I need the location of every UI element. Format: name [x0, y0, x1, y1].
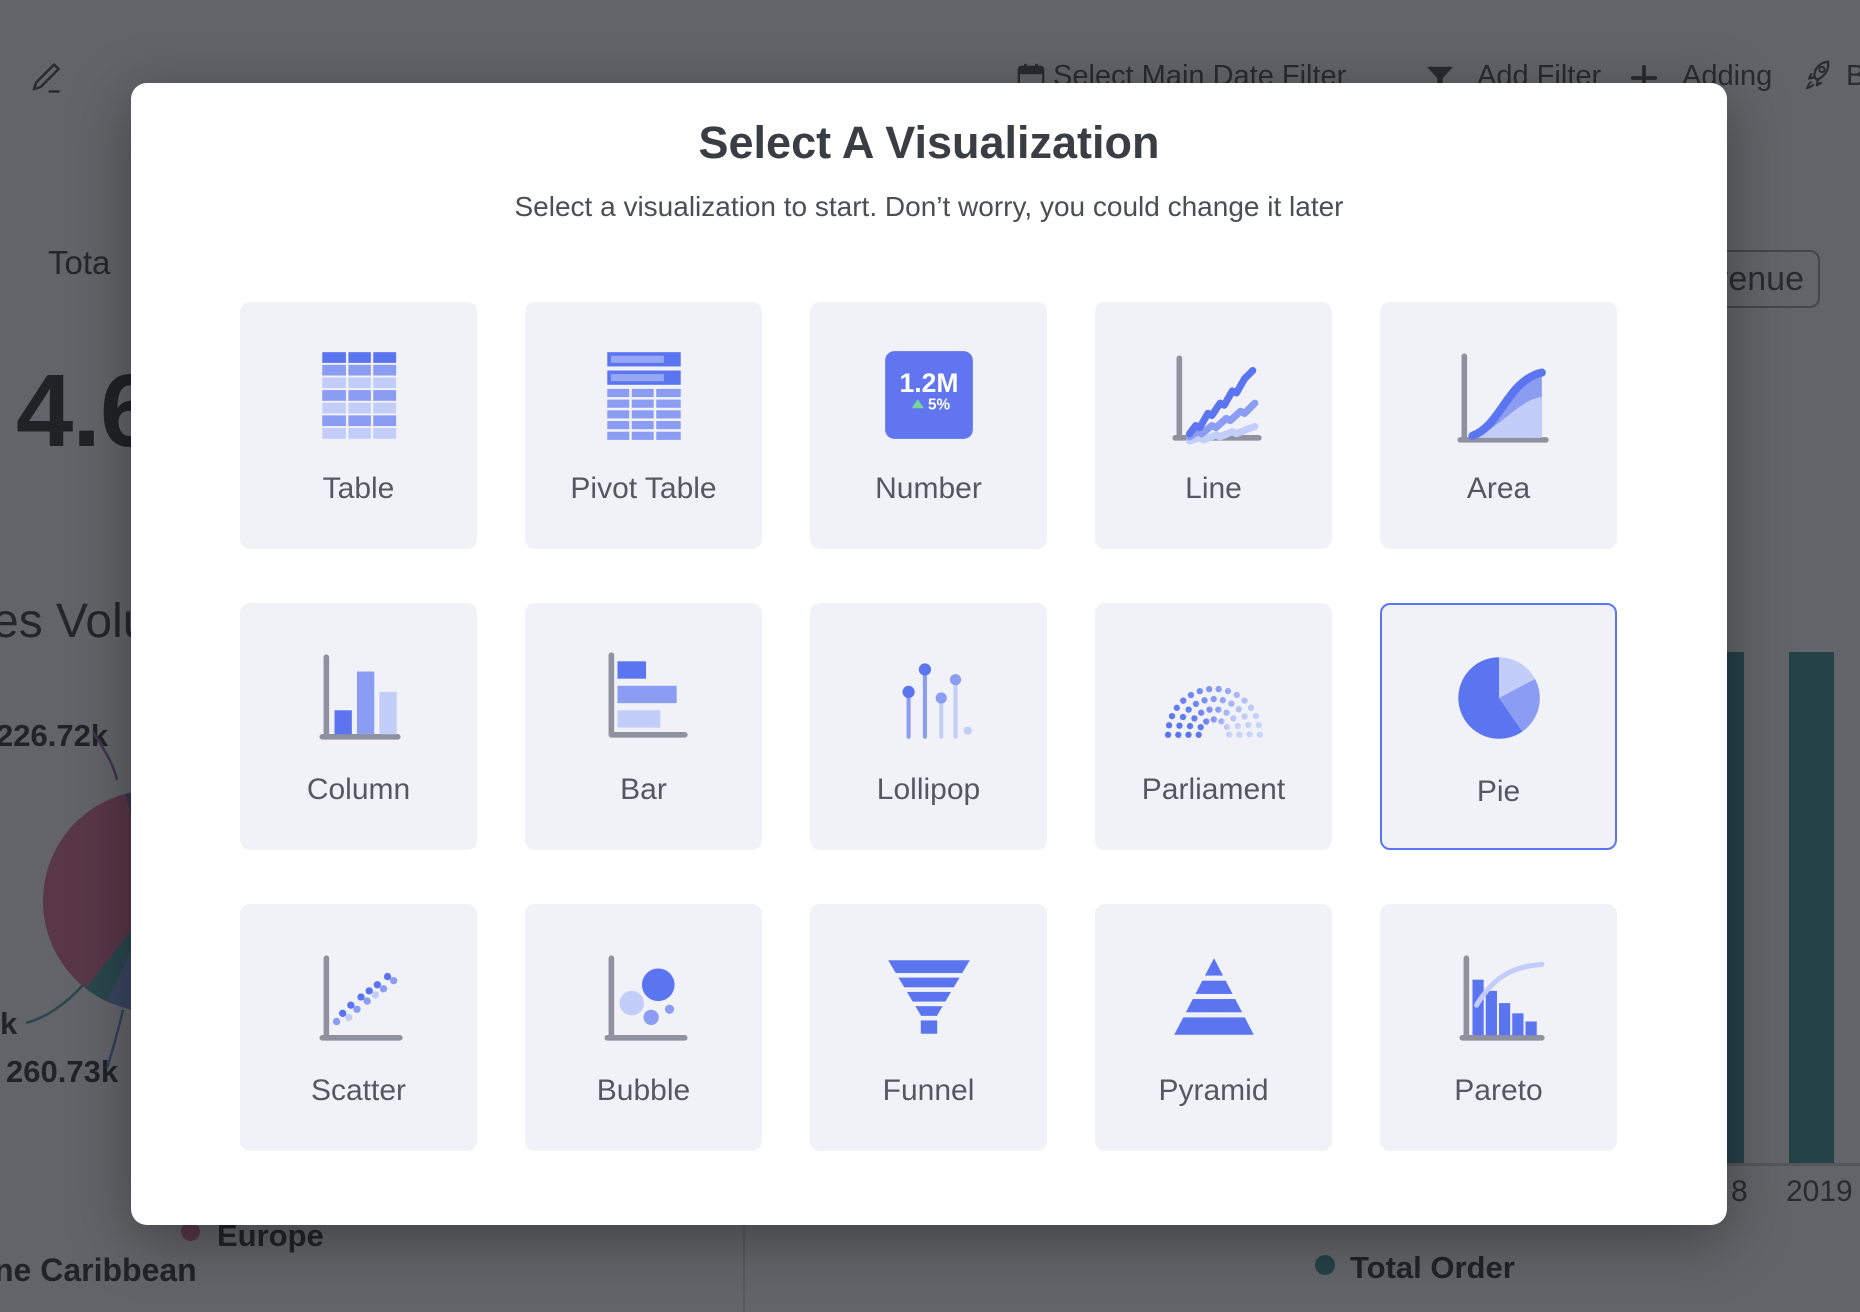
column-chart-icon [308, 645, 410, 747]
table-chart-icon [308, 344, 410, 446]
tile-label: Bar [525, 773, 762, 807]
lollipop-chart-icon [878, 645, 980, 747]
viz-tile-pyramid[interactable]: Pyramid [1095, 904, 1332, 1151]
tile-label: Parliament [1095, 773, 1332, 807]
viz-tile-pivot-table[interactable]: Pivot Table [525, 302, 762, 549]
pareto-chart-icon [1448, 946, 1550, 1048]
modal-subtitle: Select a visualization to start. Don’t w… [131, 169, 1727, 223]
tile-label: Table [240, 472, 477, 506]
tile-label: Line [1095, 472, 1332, 506]
viz-tile-lollipop[interactable]: Lollipop [810, 603, 1047, 850]
tile-label: Funnel [810, 1074, 1047, 1108]
tile-label: Pivot Table [525, 472, 762, 506]
tile-label: Lollipop [810, 773, 1047, 807]
viz-tile-bubble[interactable]: Bubble [525, 904, 762, 1151]
tile-label: Area [1380, 472, 1617, 506]
bubble-chart-icon [593, 946, 695, 1048]
viz-tile-funnel[interactable]: Funnel [810, 904, 1047, 1151]
modal-title: Select A Visualization [131, 83, 1727, 169]
scatter-chart-icon [308, 946, 410, 1048]
tile-label: Pie [1382, 775, 1615, 809]
line-chart-icon [1163, 344, 1265, 446]
visualization-grid: Table Pivot Table 1.2M [240, 302, 1617, 1151]
tile-label: Bubble [525, 1074, 762, 1108]
bar-chart-icon [593, 645, 695, 747]
tile-label: Pareto [1380, 1074, 1617, 1108]
select-visualization-modal: Select A Visualization Select a visualiz… [131, 83, 1727, 1225]
pie-chart-icon [1448, 647, 1550, 749]
parliament-chart-icon [1163, 645, 1265, 747]
pivot-table-icon [593, 344, 695, 446]
tile-label: Scatter [240, 1074, 477, 1108]
viz-tile-number[interactable]: 1.2M 5% Number [810, 302, 1047, 549]
viz-tile-scatter[interactable]: Scatter [240, 904, 477, 1151]
viz-tile-bar[interactable]: Bar [525, 603, 762, 850]
number-icon-delta: 5% [927, 396, 949, 413]
number-icon-value: 1.2M [899, 368, 958, 398]
viz-tile-pareto[interactable]: Pareto [1380, 904, 1617, 1151]
area-chart-icon [1448, 344, 1550, 446]
viz-tile-area[interactable]: Area [1380, 302, 1617, 549]
viz-tile-pie[interactable]: Pie [1380, 603, 1617, 850]
viz-tile-line[interactable]: Line [1095, 302, 1332, 549]
viz-tile-parliament[interactable]: Parliament [1095, 603, 1332, 850]
tile-label: Column [240, 773, 477, 807]
viz-tile-column[interactable]: Column [240, 603, 477, 850]
funnel-chart-icon [878, 946, 980, 1048]
pyramid-chart-icon [1163, 946, 1265, 1048]
viz-tile-table[interactable]: Table [240, 302, 477, 549]
tile-label: Pyramid [1095, 1074, 1332, 1108]
number-kpi-icon: 1.2M 5% [878, 344, 980, 446]
tile-label: Number [810, 472, 1047, 506]
